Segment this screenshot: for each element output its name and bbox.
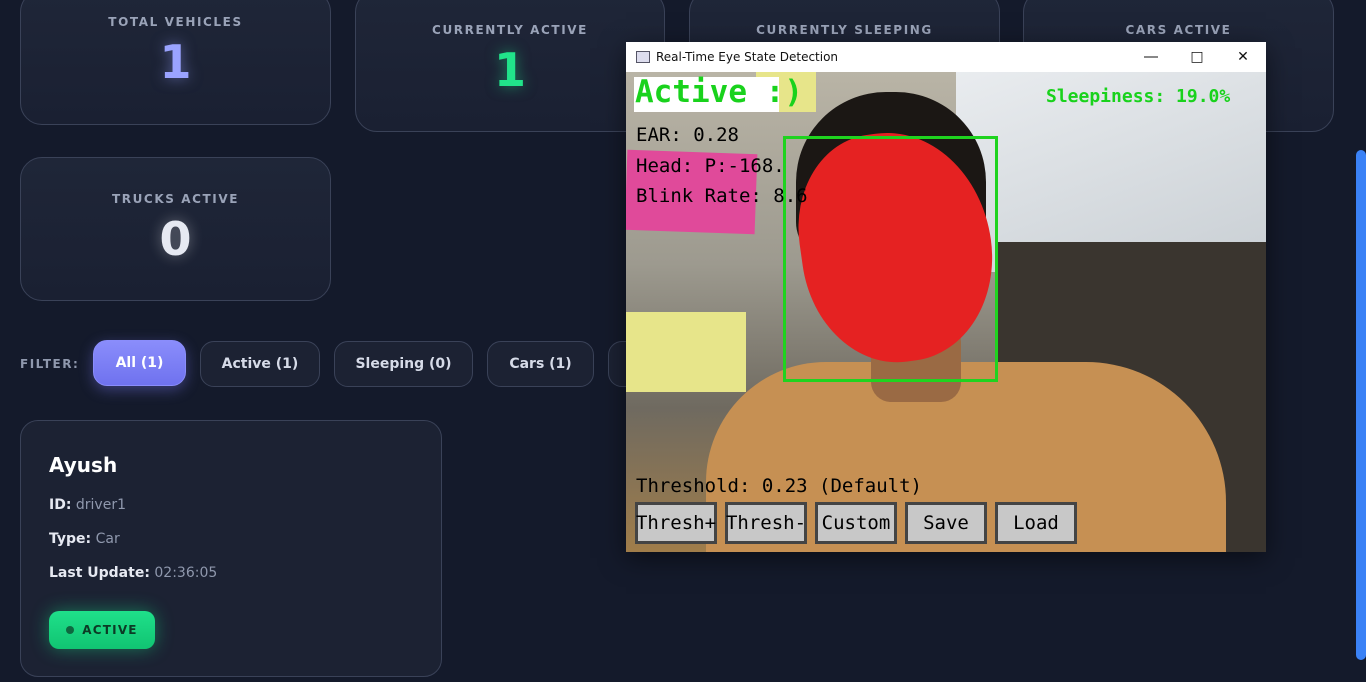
filter-active-button[interactable]: Active (1) (200, 341, 320, 387)
thresh-minus-button[interactable]: Thresh- (725, 502, 807, 544)
filter-cars-button[interactable]: Cars (1) (487, 341, 594, 387)
save-button[interactable]: Save (905, 502, 987, 544)
driver-type-row: Type: Car (49, 531, 120, 547)
stat-label: TRUCKS ACTIVE (111, 192, 240, 206)
stat-label: CURRENTLY ACTIVE (432, 23, 588, 37)
driver-type-value: Car (95, 531, 120, 547)
close-icon[interactable]: ✕ (1220, 42, 1266, 72)
ear-readout: EAR: 0.28 (636, 124, 739, 146)
eye-detection-window[interactable]: Real-Time Eye State Detection ― □ ✕ Acti… (626, 42, 1266, 552)
camera-feed: Active :) Sleepiness: 19.0% EAR: 0.28 He… (626, 72, 1266, 552)
filter-all-button[interactable]: All (1) (93, 340, 186, 386)
filter-sleeping-button[interactable]: Sleeping (0) (334, 341, 473, 387)
stat-value: 0 (159, 212, 192, 266)
driver-card[interactable]: Ayush ID: driver1 Type: Car Last Update:… (20, 420, 442, 677)
stat-card-total-vehicles: TOTAL VEHICLES 1 (20, 0, 331, 125)
status-dot-icon (66, 626, 75, 634)
driver-update-label: Last Update: (49, 565, 150, 581)
blink-rate-readout: Blink Rate: 8.6 (636, 185, 808, 207)
custom-button[interactable]: Custom (815, 502, 897, 544)
thresh-plus-button[interactable]: Thresh+ (635, 502, 717, 544)
stat-card-currently-active: CURRENTLY ACTIVE 1 (355, 0, 665, 132)
maximize-icon[interactable]: □ (1174, 42, 1220, 72)
window-title: Real-Time Eye State Detection (656, 50, 839, 64)
face-bounding-box (783, 136, 998, 382)
app-icon (636, 51, 650, 63)
driver-name: Ayush (49, 453, 118, 477)
driver-id-label: ID: (49, 497, 72, 513)
stat-label: TOTAL VEHICLES (108, 15, 243, 29)
status-badge-label: ACTIVE (82, 623, 138, 637)
driver-id-value: driver1 (75, 497, 126, 513)
page-scrollbar[interactable] (1356, 150, 1366, 660)
head-pose-readout: Head: P:-168. (636, 155, 785, 177)
stat-card-trucks-active: TRUCKS ACTIVE 0 (20, 157, 331, 301)
sleepiness-readout: Sleepiness: 19.0% (1046, 86, 1231, 107)
sticky-notes (626, 312, 746, 392)
load-button[interactable]: Load (995, 502, 1077, 544)
minimize-icon[interactable]: ― (1128, 42, 1174, 72)
driver-update-value: 02:36:05 (154, 565, 218, 581)
eye-state-label: Active :) (635, 74, 803, 110)
filter-label: FILTER: (20, 357, 80, 371)
driver-type-label: Type: (49, 531, 92, 547)
stat-label: CURRENTLY SLEEPING (756, 23, 933, 37)
stat-value: 1 (159, 35, 192, 89)
status-badge: ACTIVE (49, 611, 155, 649)
threshold-readout: Threshold: 0.23 (Default) (636, 475, 922, 497)
driver-id-row: ID: driver1 (49, 497, 126, 513)
stat-value: 1 (493, 43, 526, 97)
stat-label: CARS ACTIVE (1125, 23, 1232, 37)
driver-update-row: Last Update: 02:36:05 (49, 565, 217, 581)
